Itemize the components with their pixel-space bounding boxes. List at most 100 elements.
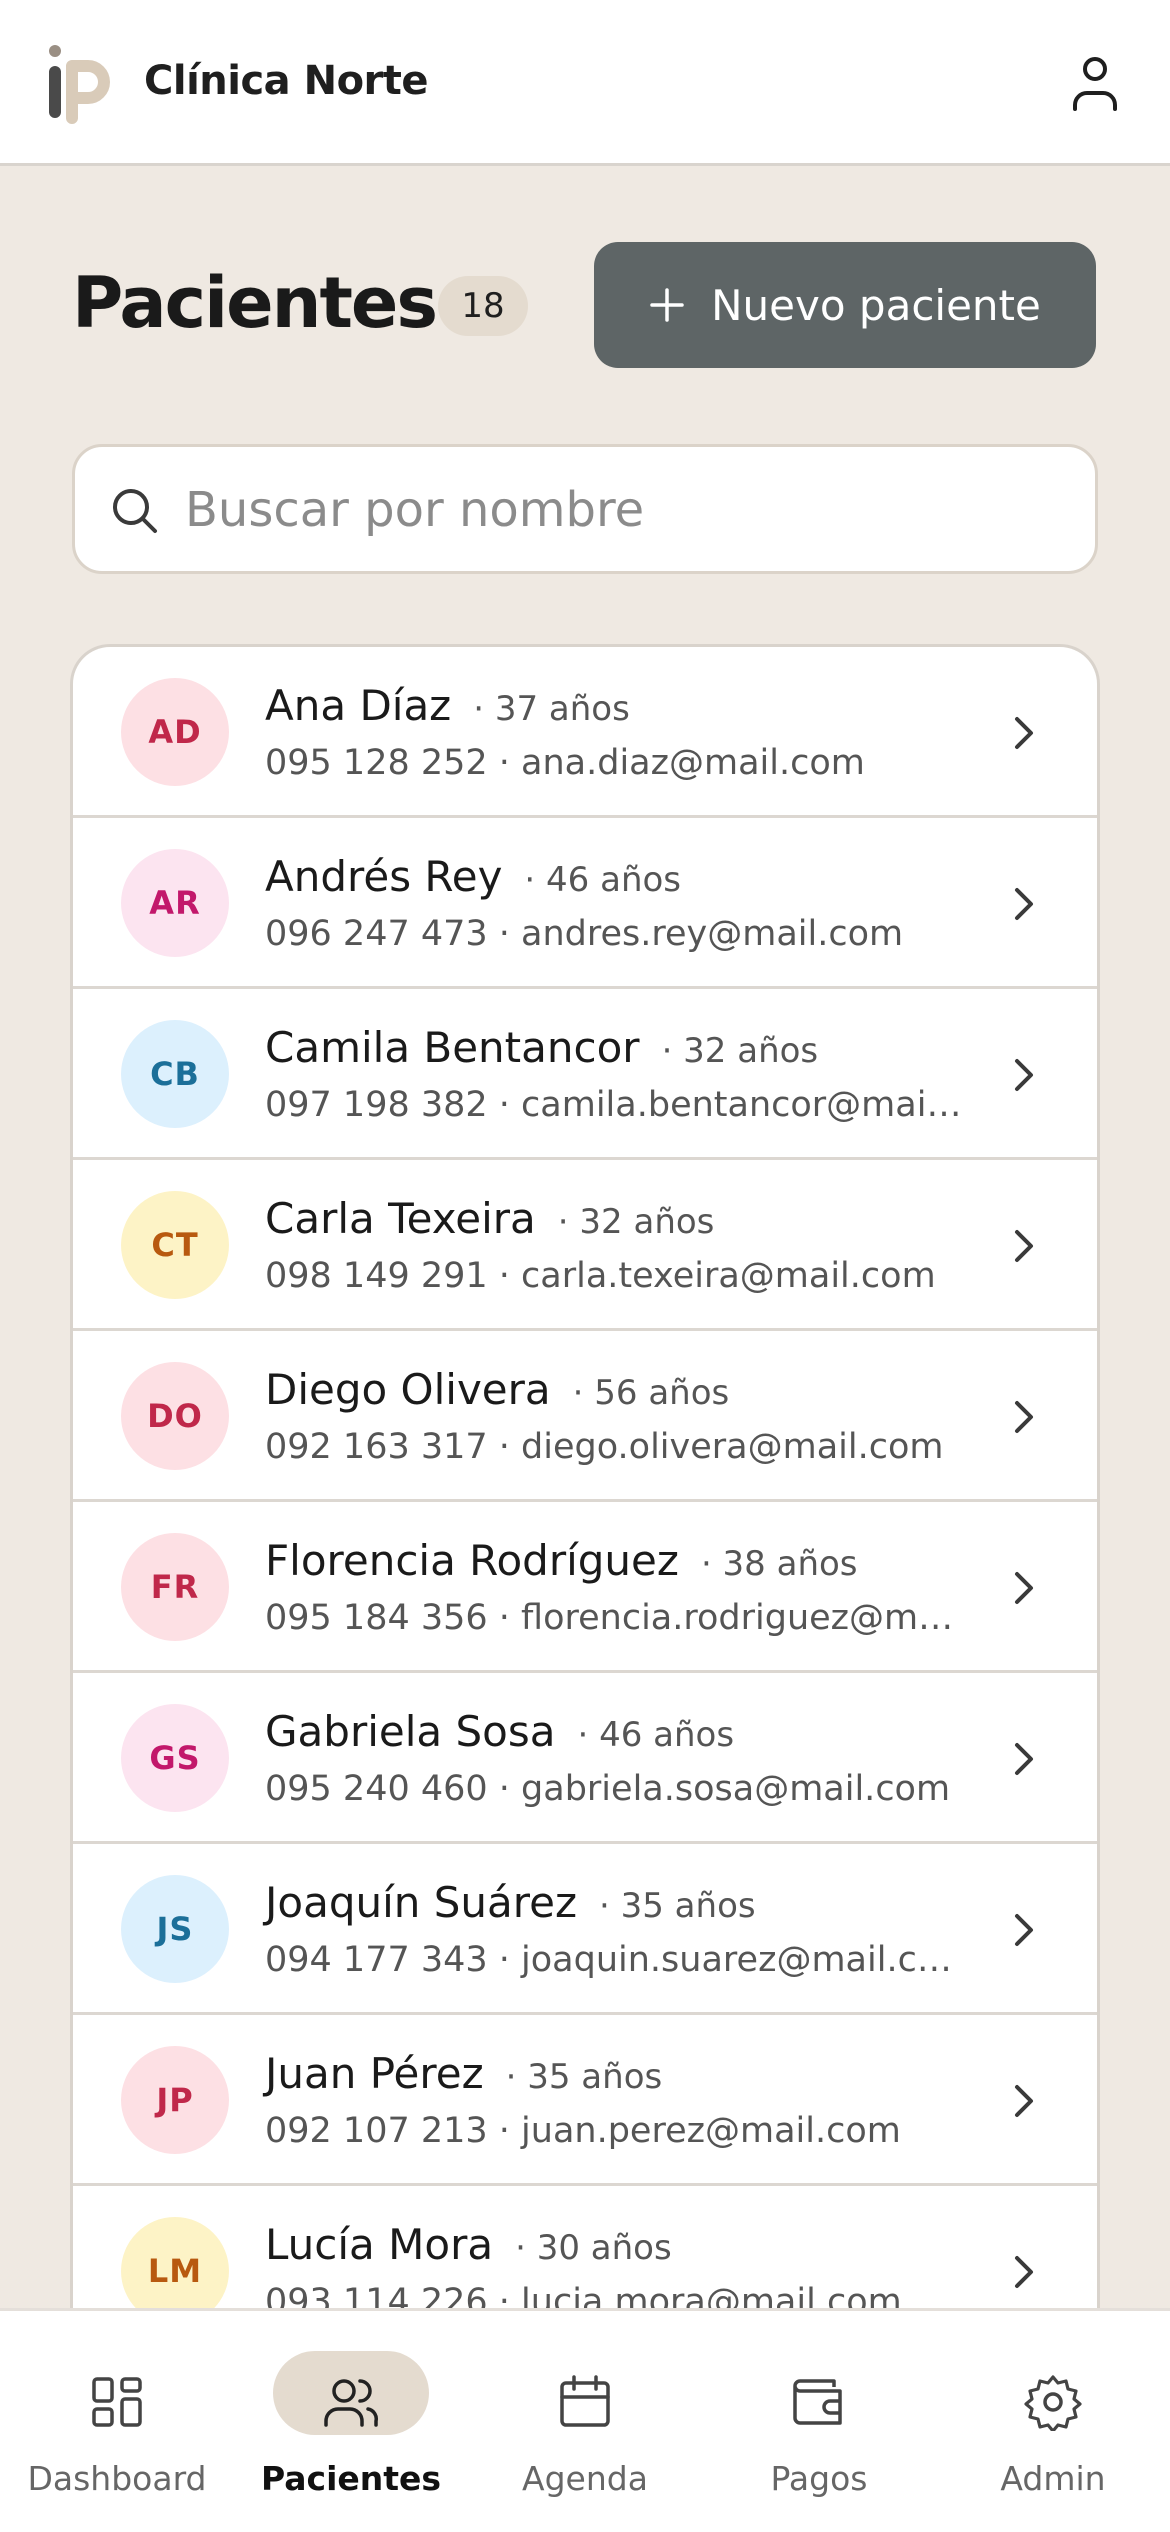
avatar: AR: [121, 849, 229, 957]
avatar: JS: [121, 1875, 229, 1983]
patient-name-line: Camila Bentancor · 32 años: [265, 1023, 818, 1072]
search-input[interactable]: [185, 467, 1065, 553]
patient-row[interactable]: LM Lucía Mora · 30 años 093 114 226 · lucia…: [73, 2186, 1097, 2308]
nav-label: Agenda: [522, 2459, 648, 2498]
wallet-icon: [793, 2379, 842, 2425]
patient-name-line: Joaquín Suárez · 35 años: [265, 1878, 756, 1927]
avatar: GS: [121, 1704, 229, 1812]
patient-contact: 092 163 317 · diego.olivera@mail.com: [265, 1427, 944, 1467]
patient-name-line: Florencia Rodríguez · 38 años: [265, 1536, 858, 1585]
bottom-navigation: Dashboard Pacientes Agenda Pagos Admin: [0, 2308, 1170, 2532]
patient-name-line: Lucía Mora · 30 años: [265, 2220, 672, 2269]
avatar: JP: [121, 2046, 229, 2154]
patient-row[interactable]: JP Juan Pérez · 35 años 092 107 213 · juan.…: [73, 2015, 1097, 2186]
patient-name: Andrés Rey: [265, 852, 503, 901]
search-bar: [72, 444, 1098, 574]
search-icon: [113, 489, 157, 533]
nav-item-admin[interactable]: Admin: [936, 2351, 1170, 2501]
patient-name: Diego Olivera: [265, 1365, 551, 1414]
chevron-right-icon: [1015, 717, 1033, 749]
patient-row[interactable]: DO Diego Olivera · 56 años 092 163 317 · di…: [73, 1331, 1097, 1502]
patient-contact: 094 177 343 · joaquin.suarez@mail.com: [265, 1940, 965, 1980]
patient-age: · 56 años: [572, 1373, 730, 1413]
new-patient-button-label: Nuevo paciente: [711, 280, 1041, 330]
nav-item-pagos[interactable]: Pagos: [702, 2351, 936, 2501]
patient-name-line: Gabriela Sosa · 46 años: [265, 1707, 734, 1756]
chevron-right-icon: [1015, 1059, 1033, 1091]
patient-name: Camila Bentancor: [265, 1023, 640, 1072]
patient-age: · 30 años: [515, 2228, 672, 2268]
patient-contact: 096 247 473 · andres.rey@mail.com: [265, 914, 904, 954]
nav-item-pacientes[interactable]: Pacientes: [234, 2351, 468, 2501]
patient-row[interactable]: FR Florencia Rodríguez · 38 años 095 184 35…: [73, 1502, 1097, 1673]
chevron-right-icon: [1015, 888, 1033, 920]
patient-contact: 093 114 226 · lucia.mora@mail.com: [265, 2282, 902, 2308]
user-profile-button[interactable]: [1062, 50, 1128, 116]
plus-icon: [650, 288, 684, 322]
patient-contact: 092 107 213 · juan.perez@mail.com: [265, 2111, 901, 2151]
app-header: Clínica Norte: [0, 0, 1170, 166]
patient-name: Ana Díaz: [265, 681, 452, 730]
patient-name-line: Carla Texeira · 32 años: [265, 1194, 714, 1243]
user-icon: [1073, 57, 1117, 111]
patient-contact: 095 128 252 · ana.diaz@mail.com: [265, 743, 865, 783]
patient-contact: 097 198 382 · camila.bentancor@mail.com: [265, 1085, 965, 1125]
ip-logo-icon: [49, 45, 110, 124]
avatar: DO: [121, 1362, 229, 1470]
patient-name-line: Diego Olivera · 56 años: [265, 1365, 729, 1414]
patient-name: Juan Pérez: [265, 2049, 484, 2098]
chevron-right-icon: [1015, 1401, 1033, 1433]
avatar: CB: [121, 1020, 229, 1128]
patient-name: Florencia Rodríguez: [265, 1536, 679, 1585]
chevron-right-icon: [1015, 2256, 1033, 2288]
new-patient-button[interactable]: Nuevo paciente: [594, 242, 1096, 368]
patient-row[interactable]: AD Ana Díaz · 37 años 095 128 252 · ana.dia…: [73, 647, 1097, 818]
avatar: FR: [121, 1533, 229, 1641]
chevron-right-icon: [1015, 1914, 1033, 1946]
patient-row[interactable]: GS Gabriela Sosa · 46 años 095 240 460 · ga…: [73, 1673, 1097, 1844]
avatar: LM: [121, 2217, 229, 2308]
patient-count-badge: 18: [438, 276, 528, 336]
patient-name-line: Andrés Rey · 46 años: [265, 852, 681, 901]
page-title: Pacientes: [72, 262, 438, 344]
patient-row[interactable]: JS Joaquín Suárez · 35 años 094 177 343 · j…: [73, 1844, 1097, 2015]
nav-label: Pacientes: [260, 2459, 442, 2498]
chevron-right-icon: [1015, 1743, 1033, 1775]
nav-label: Pagos: [770, 2459, 868, 2498]
grid-icon: [92, 2377, 142, 2427]
nav-label: Dashboard: [27, 2459, 207, 2498]
patient-age: · 46 años: [524, 860, 682, 900]
patient-name: Lucía Mora: [265, 2220, 494, 2269]
patient-name-line: Ana Díaz · 37 años: [265, 681, 630, 730]
patient-age: · 35 años: [505, 2057, 663, 2097]
nav-item-agenda[interactable]: Agenda: [468, 2351, 702, 2501]
patient-name: Gabriela Sosa: [265, 1707, 556, 1756]
nav-item-dashboard[interactable]: Dashboard: [0, 2351, 234, 2501]
patient-row[interactable]: AR Andrés Rey · 46 años 096 247 473 · andre…: [73, 818, 1097, 989]
calendar-icon: [560, 2375, 610, 2427]
patient-age: · 35 años: [599, 1886, 756, 1926]
patient-age: · 32 años: [661, 1031, 819, 1071]
nav-label: Admin: [1000, 2459, 1106, 2498]
patient-age: · 32 años: [557, 1202, 715, 1242]
avatar: AD: [121, 678, 229, 786]
patient-contact: 095 184 356 · florencia.rodriguez@mail.c…: [265, 1598, 965, 1638]
chevron-right-icon: [1015, 1572, 1033, 1604]
chevron-right-icon: [1015, 2085, 1033, 2117]
patient-age: · 38 años: [700, 1544, 858, 1584]
chevron-right-icon: [1015, 1230, 1033, 1262]
patient-list: AD Ana Díaz · 37 años 095 128 252 · ana.dia…: [70, 644, 1100, 2308]
avatar: CT: [121, 1191, 229, 1299]
patient-name: Carla Texeira: [265, 1194, 536, 1243]
patient-age: · 37 años: [473, 689, 630, 729]
patient-contact: 095 240 460 · gabriela.sosa@mail.com: [265, 1769, 951, 1809]
patient-row[interactable]: CT Carla Texeira · 32 años 098 149 291 · ca…: [73, 1160, 1097, 1331]
gear-icon: [1024, 2375, 1082, 2431]
patient-age: · 46 años: [577, 1715, 735, 1755]
patient-name-line: Juan Pérez · 35 años: [265, 2049, 662, 2098]
users-icon: [324, 2379, 378, 2427]
patient-contact: 098 149 291 · carla.texeira@mail.com: [265, 1256, 936, 1296]
patient-name: Joaquín Suárez: [265, 1878, 577, 1927]
clinic-name: Clínica Norte: [144, 58, 429, 104]
patient-row[interactable]: CB Camila Bentancor · 32 años 097 198 382 ·…: [73, 989, 1097, 1160]
